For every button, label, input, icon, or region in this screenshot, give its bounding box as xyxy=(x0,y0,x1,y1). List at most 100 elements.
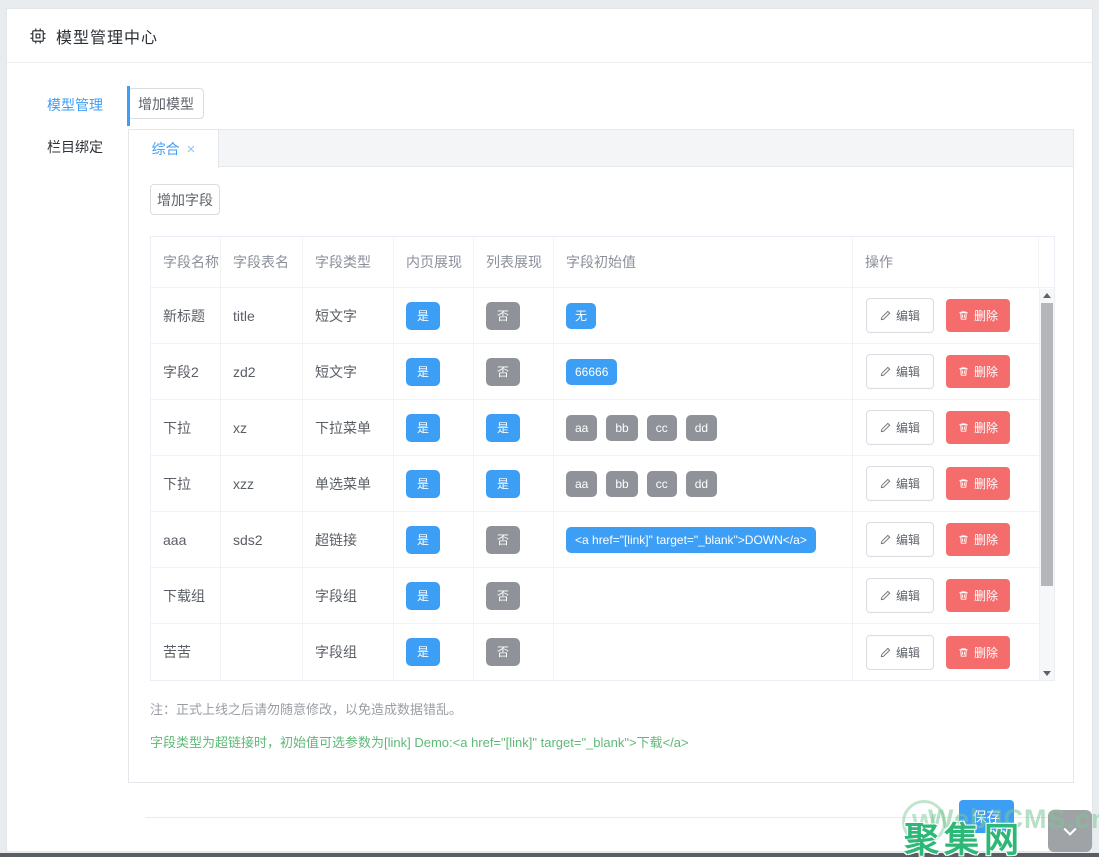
cell-inner-display: 是 xyxy=(394,456,474,511)
pencil-icon xyxy=(880,310,891,321)
trash-icon xyxy=(958,478,969,489)
cell-inner-display: 是 xyxy=(394,400,474,455)
cell-operations: 编辑 删除 xyxy=(853,568,1039,623)
cell-field-type: 短文字 xyxy=(303,344,394,399)
trash-icon xyxy=(958,422,969,433)
cell-field-type: 字段组 xyxy=(303,624,394,680)
trash-icon xyxy=(958,366,969,377)
cell-operations: 编辑 删除 xyxy=(853,456,1039,511)
delete-button-label: 删除 xyxy=(974,531,998,548)
col-header-table-name: 字段表名 xyxy=(221,237,303,287)
table-row: 下载组 字段组 是 否 编辑 xyxy=(151,568,1054,624)
cell-table-name: xz xyxy=(221,400,303,455)
list-display-badge[interactable]: 否 xyxy=(486,638,520,666)
edit-button[interactable]: 编辑 xyxy=(866,354,934,389)
edit-button[interactable]: 编辑 xyxy=(866,298,934,333)
inner-display-badge[interactable]: 是 xyxy=(406,638,440,666)
scrollbar-up-arrow[interactable] xyxy=(1040,289,1054,302)
cell-field-name: 下拉 xyxy=(151,456,221,511)
cell-table-name: title xyxy=(221,288,303,343)
sidebar-item-model-manage[interactable]: 模型管理 xyxy=(7,90,128,120)
cell-initial-value: aabbccdd xyxy=(554,400,853,455)
cell-field-name: 下拉 xyxy=(151,400,221,455)
delete-button-label: 删除 xyxy=(974,419,998,436)
initial-value-badge: dd xyxy=(686,415,717,441)
inner-display-badge[interactable]: 是 xyxy=(406,526,440,554)
table-row: 新标题 title 短文字 是 否 无 编辑 xyxy=(151,288,1054,344)
inner-display-badge[interactable]: 是 xyxy=(406,470,440,498)
inner-display-badge[interactable]: 是 xyxy=(406,414,440,442)
inner-display-badge[interactable]: 是 xyxy=(406,358,440,386)
sidebar-item-column-bind[interactable]: 栏目绑定 xyxy=(7,132,128,162)
edit-button[interactable]: 编辑 xyxy=(866,635,934,670)
table-row: aaa sds2 超链接 是 否 <a href="[link]" target… xyxy=(151,512,1054,568)
pencil-icon xyxy=(880,534,891,545)
edit-button-label: 编辑 xyxy=(896,587,920,604)
initial-value-badge: cc xyxy=(647,415,677,441)
col-header-list-display: 列表展现 xyxy=(474,237,554,287)
col-header-field-name: 字段名称 xyxy=(151,237,221,287)
cell-field-type: 字段组 xyxy=(303,568,394,623)
list-display-badge[interactable]: 否 xyxy=(486,358,520,386)
edit-button-label: 编辑 xyxy=(896,419,920,436)
inner-display-badge[interactable]: 是 xyxy=(406,302,440,330)
initial-value-badge: 无 xyxy=(566,303,596,329)
cell-field-type: 单选菜单 xyxy=(303,456,394,511)
cell-field-type: 超链接 xyxy=(303,512,394,567)
delete-button-label: 删除 xyxy=(974,644,998,661)
cell-operations: 编辑 删除 xyxy=(853,624,1039,680)
sidebar: 模型管理 栏目绑定 xyxy=(7,63,128,857)
cell-initial-value xyxy=(554,568,853,623)
cell-list-display: 否 xyxy=(474,568,554,623)
scrollbar-down-arrow[interactable] xyxy=(1040,667,1054,680)
delete-button-label: 删除 xyxy=(974,475,998,492)
delete-button[interactable]: 删除 xyxy=(946,636,1010,669)
footer: 保存 xyxy=(145,817,1056,857)
edit-button[interactable]: 编辑 xyxy=(866,410,934,445)
page-title: 模型管理中心 xyxy=(56,24,158,48)
note-warning: 注：正式上线之后请勿随意修改，以免造成数据错乱。 xyxy=(150,699,1059,718)
list-display-badge[interactable]: 是 xyxy=(486,470,520,498)
cell-field-name: 新标题 xyxy=(151,288,221,343)
tab-zonghe[interactable]: 综合 × xyxy=(129,130,219,168)
inner-display-badge[interactable]: 是 xyxy=(406,582,440,610)
list-display-badge[interactable]: 否 xyxy=(486,526,520,554)
add-field-button[interactable]: 增加字段 xyxy=(150,184,220,215)
cell-field-name: 苦苦 xyxy=(151,624,221,680)
pencil-icon xyxy=(880,422,891,433)
edit-button[interactable]: 编辑 xyxy=(866,578,934,613)
save-button[interactable]: 保存 xyxy=(959,800,1014,833)
col-header-field-type: 字段类型 xyxy=(303,237,394,287)
cell-inner-display: 是 xyxy=(394,568,474,623)
cell-inner-display: 是 xyxy=(394,624,474,680)
col-header-initial-value: 字段初始值 xyxy=(554,237,853,287)
edit-button-label: 编辑 xyxy=(896,531,920,548)
delete-button[interactable]: 删除 xyxy=(946,523,1010,556)
edit-button[interactable]: 编辑 xyxy=(866,466,934,501)
delete-button[interactable]: 删除 xyxy=(946,579,1010,612)
cell-operations: 编辑 删除 xyxy=(853,512,1039,567)
edit-button[interactable]: 编辑 xyxy=(866,522,934,557)
scroll-to-bottom-button[interactable] xyxy=(1048,810,1092,852)
note-hyperlink-tip: 字段类型为超链接时，初始值可选参数为[link] Demo:<a href="[… xyxy=(150,732,1059,751)
add-model-button[interactable]: 增加模型 xyxy=(128,88,204,119)
cell-field-name: 字段2 xyxy=(151,344,221,399)
cell-list-display: 是 xyxy=(474,456,554,511)
pencil-icon xyxy=(880,647,891,658)
delete-button-label: 删除 xyxy=(974,307,998,324)
cell-list-display: 否 xyxy=(474,344,554,399)
initial-value-badge: <a href="[link]" target="_blank">DOWN</a… xyxy=(566,527,816,553)
cell-field-type: 下拉菜单 xyxy=(303,400,394,455)
delete-button[interactable]: 删除 xyxy=(946,411,1010,444)
cell-initial-value: 无 xyxy=(554,288,853,343)
delete-button[interactable]: 删除 xyxy=(946,355,1010,388)
list-display-badge[interactable]: 否 xyxy=(486,582,520,610)
tab-close-icon[interactable]: × xyxy=(187,142,196,157)
scrollbar-thumb[interactable] xyxy=(1041,303,1053,586)
delete-button[interactable]: 删除 xyxy=(946,467,1010,500)
list-display-badge[interactable]: 否 xyxy=(486,302,520,330)
initial-value-badge: bb xyxy=(606,471,637,497)
list-display-badge[interactable]: 是 xyxy=(486,414,520,442)
table-scrollbar[interactable] xyxy=(1039,289,1054,680)
delete-button[interactable]: 删除 xyxy=(946,299,1010,332)
